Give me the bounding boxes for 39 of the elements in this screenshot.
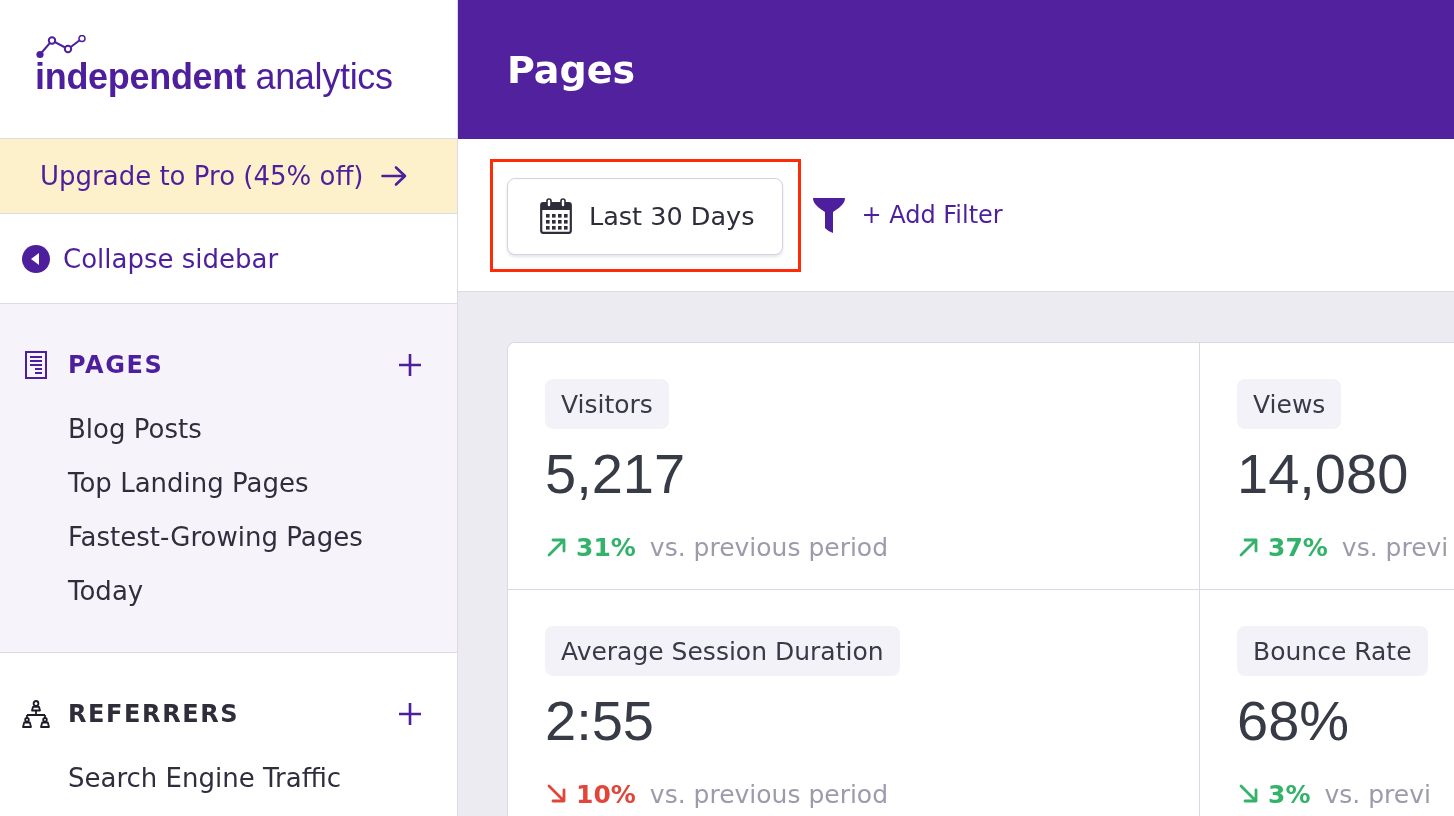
metric-value: 68% [1237, 689, 1350, 753]
upgrade-banner[interactable]: Upgrade to Pro (45% off) [0, 139, 457, 214]
sitemap-icon [22, 700, 50, 728]
sidebar-item[interactable]: Today [0, 564, 457, 618]
plus-icon [399, 703, 421, 725]
document-icon [25, 351, 47, 379]
section-heading[interactable]: REFERRERS [68, 700, 240, 728]
change-percent: 3% [1268, 779, 1311, 809]
metric-label: Views [1237, 379, 1342, 429]
add-filter-button[interactable]: + Add Filter [813, 197, 1003, 233]
section-heading[interactable]: PAGES [68, 351, 164, 379]
plus-icon [399, 354, 421, 376]
metric-label: Average Session Duration [545, 626, 900, 676]
sidebar-item[interactable]: Search Engine Traffic [0, 751, 457, 805]
change-percent: 10% [576, 779, 636, 809]
comparison-text: vs. previous period [649, 532, 889, 562]
sidebar-item[interactable]: Blog Posts [0, 402, 457, 456]
sidebar-item[interactable]: Fastest-Growing Pages [0, 510, 457, 564]
arrow-right-icon [381, 165, 408, 187]
metric-label: Visitors [545, 379, 669, 429]
comparison-text: vs. previous period [649, 779, 889, 809]
sidebar-item[interactable]: Top Landing Pages [0, 456, 457, 510]
metric-value: 2:55 [545, 689, 654, 753]
date-range-button[interactable]: Last 30 Days [507, 177, 784, 255]
comparison-text: vs. previ [1341, 532, 1449, 562]
chart-line-icon [35, 35, 87, 59]
change-percent: 31% [576, 532, 636, 562]
comparison-text: vs. previ [1324, 779, 1431, 809]
funnel-icon [813, 197, 846, 233]
calendar-icon [540, 198, 572, 234]
add-report-button[interactable] [399, 354, 421, 376]
add-report-button[interactable] [399, 703, 421, 725]
metric-value: 14,080 [1237, 442, 1409, 506]
page-title: Pages [507, 47, 636, 92]
left-triangle-circle-icon [22, 244, 50, 273]
change-percent: 37% [1268, 532, 1328, 562]
logo: independent analytics [35, 59, 393, 95]
metric-value: 5,217 [545, 442, 686, 506]
metric-label: Bounce Rate [1237, 626, 1428, 676]
